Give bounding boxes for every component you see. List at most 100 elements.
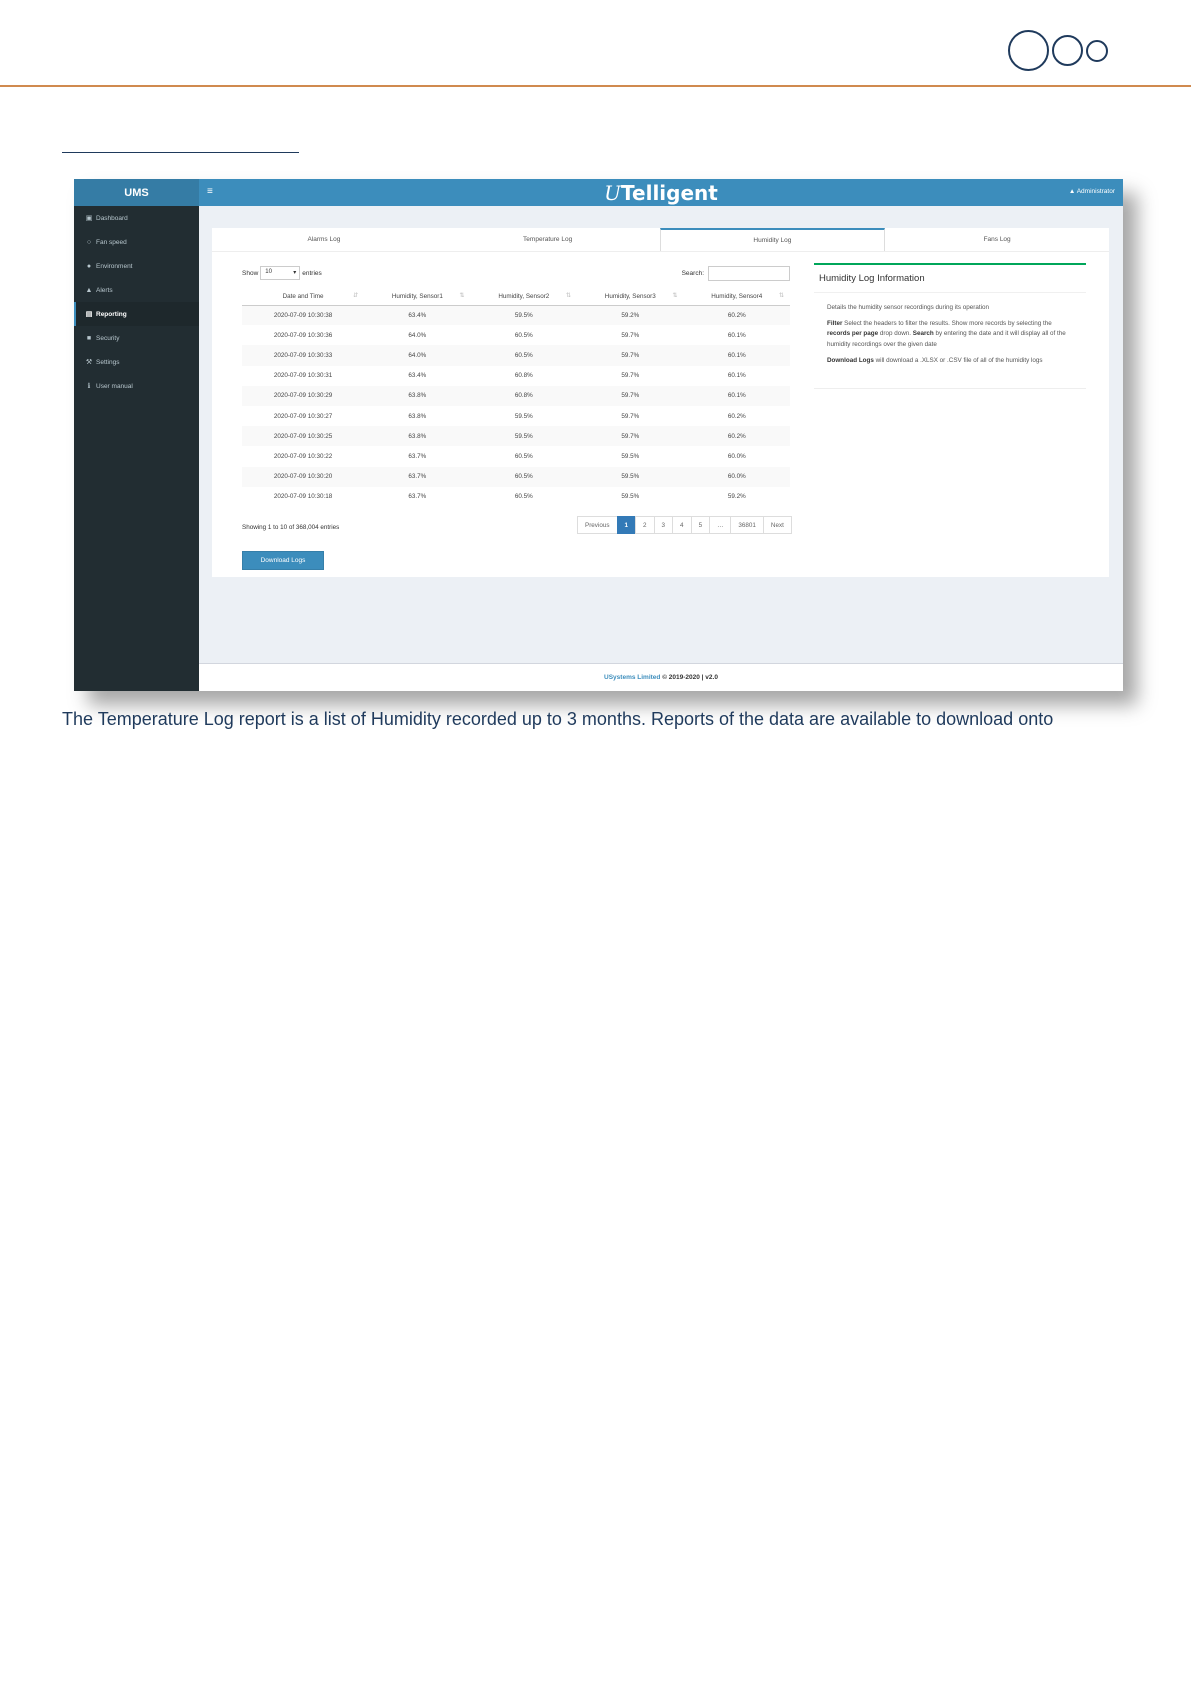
- brand-logo[interactable]: UMS: [74, 179, 199, 206]
- table-row: 2020-07-09 10:30:25 63.8% 59.5% 59.7% 60.2%: [242, 426, 790, 447]
- table-cell: 64.0%: [408, 331, 427, 339]
- table-cell: 63.4%: [364, 305, 471, 326]
- table-cell: 2020-07-09 10:30:20: [242, 466, 365, 487]
- sidebar-item-dashboard[interactable]: ▣ Dashboard: [74, 206, 199, 230]
- table-cell: 63.7%: [408, 493, 427, 501]
- table-cell: 2020-07-09 10:30:33: [242, 345, 365, 366]
- table-row: 2020-07-09 10:30:20 63.7% 60.5% 59.5% 60.0%: [242, 466, 790, 487]
- pagination-page-button[interactable]: 1: [616, 516, 637, 534]
- sidebar-item-label: Settings: [96, 358, 120, 366]
- table-row: 2020-07-09 10:30:29 63.8% 60.8% 59.7% 60.1%: [242, 385, 790, 406]
- copy-icon: ▤: [85, 311, 93, 318]
- table-cell: 60.0%: [727, 452, 746, 460]
- table-row: 2020-07-09 10:30:33 64.0% 60.5% 59.7% 60.1%: [242, 345, 790, 366]
- footer-company-link[interactable]: USystems Limited: [604, 674, 660, 681]
- table-cell: 2020-07-09 10:30:18: [273, 493, 333, 501]
- pagination-page-button[interactable]: 4: [672, 516, 692, 534]
- table-cell: 59.2%: [727, 493, 746, 501]
- humidity-table-area: Show 10 entries Search: Date and Time⇵Hu…: [242, 263, 790, 507]
- pagination-page-button[interactable]: 3: [653, 516, 674, 534]
- table-cell: 2020-07-09 10:30:36: [273, 331, 333, 339]
- table-cell: 63.8%: [364, 426, 471, 447]
- sidebar-item-fan-speed[interactable]: ○ Fan speed: [74, 230, 199, 254]
- tab-temperature-log[interactable]: Temperature Log: [436, 228, 660, 251]
- sidebar-item-reporting[interactable]: ▤ Reporting: [74, 302, 199, 326]
- table-cell: 2020-07-09 10:30:25: [242, 426, 365, 447]
- table-cell: 59.7%: [577, 385, 684, 406]
- sidebar-item-label: Reporting: [96, 310, 127, 318]
- camera-icon: ■: [86, 334, 92, 342]
- search-input[interactable]: [708, 266, 790, 281]
- column-header[interactable]: Date and Time ⇵: [242, 288, 365, 306]
- column-header[interactable]: Humidity, Sensor4 ⇅: [683, 288, 790, 306]
- table-cell: 2020-07-09 10:30:31: [273, 372, 333, 380]
- table-cell: 63.8%: [408, 412, 427, 420]
- table-cell: 59.5%: [577, 466, 684, 487]
- tab-alarms-log[interactable]: Alarms Log: [212, 228, 436, 251]
- pagination-page-button[interactable]: …: [709, 516, 732, 534]
- info-box-body: Details the humidity sensor recordings d…: [827, 304, 1066, 364]
- tab-humidity-log[interactable]: Humidity Log: [659, 228, 886, 251]
- table-cell: 59.7%: [621, 331, 640, 339]
- table-row: 2020-07-09 10:30:22 63.7% 60.5% 59.5% 60.0%: [242, 446, 790, 466]
- column-header[interactable]: Humidity, Sensor2 ⇅: [470, 288, 578, 306]
- column-header[interactable]: Humidity, Sensor3 ⇅: [577, 288, 684, 306]
- info-icon: ℹ: [87, 383, 91, 390]
- table-cell: 63.8%: [364, 385, 471, 406]
- table-cell: 59.7%: [577, 426, 684, 447]
- sidebar-item-alerts[interactable]: ▲ Alerts: [74, 278, 199, 302]
- sidebar-item-environment[interactable]: ● Environment: [74, 254, 199, 278]
- sidebar-item-settings[interactable]: ⚒ Settings: [74, 350, 199, 374]
- tab-fans-log[interactable]: Fans Log: [885, 228, 1109, 251]
- table-row: 2020-07-09 10:30:38 63.4% 59.5% 59.2% 60.2%: [242, 305, 790, 326]
- table-cell: 59.5%: [621, 493, 640, 501]
- app-footer: USystems Limited © 2019-2020 | v2.0: [199, 663, 1123, 691]
- pagination-page-button[interactable]: 36801: [730, 516, 764, 534]
- pagination-previous-button[interactable]: Previous: [577, 516, 618, 534]
- app-title: UTelligent: [604, 181, 718, 205]
- sort-icon: ⇵: [353, 293, 359, 299]
- sort-icon: ⇅: [566, 293, 572, 299]
- download-logs-button[interactable]: Download Logs: [242, 551, 324, 570]
- table-cell: 60.1%: [683, 345, 790, 366]
- entries-select[interactable]: 10: [260, 266, 301, 280]
- table-cell: 63.4%: [408, 372, 427, 380]
- log-panel: Alarms Log Temperature Log Humidity Log Fan…: [212, 228, 1109, 577]
- table-cell: 60.5%: [514, 331, 533, 339]
- pagination-page-button[interactable]: 5: [690, 516, 711, 534]
- sidebar-item-user-manual[interactable]: ℹ User manual: [74, 374, 199, 398]
- table-cell: 59.5%: [470, 426, 578, 447]
- top-navbar: ≡ UTelligent ▲ Administrator: [199, 179, 1123, 206]
- table-cell: 60.8%: [514, 372, 533, 380]
- column-header[interactable]: Humidity, Sensor1 ⇅: [364, 288, 471, 306]
- table-cell: 64.0%: [364, 345, 471, 366]
- pagination-next-button[interactable]: Next: [762, 516, 792, 534]
- table-cell: 2020-07-09 10:30:29: [242, 385, 365, 406]
- bell-icon: ▲: [1068, 188, 1076, 195]
- sidebar-item-label: Alerts: [96, 286, 113, 294]
- table-cell: 2020-07-09 10:30:38: [242, 305, 365, 326]
- table-cell: 60.1%: [683, 385, 790, 406]
- sidebar-item-label: Environment: [96, 262, 133, 270]
- table-cell: 60.2%: [683, 305, 790, 326]
- sidebar-item-label: Fan speed: [96, 238, 127, 246]
- main-content: Alarms Log Temperature Log Humidity Log Fan…: [199, 206, 1123, 663]
- sidebar-item-label: Dashboard: [96, 214, 128, 222]
- app-screenshot: UMS ▣ Dashboard ○ Fan speed ● Environment ▲ Ale…: [74, 179, 1123, 691]
- pagination-page-button[interactable]: 2: [635, 516, 655, 534]
- table-cell: 60.2%: [727, 412, 746, 420]
- table-cell: 59.7%: [577, 345, 684, 366]
- log-tabs: Alarms Log Temperature Log Humidity Log Fan…: [212, 228, 1109, 252]
- table-cell: 60.5%: [470, 466, 578, 487]
- table-cell: 63.7%: [364, 466, 471, 487]
- table-cell: 63.7%: [408, 452, 427, 460]
- info-box-title: Humidity Log Information: [814, 265, 1086, 293]
- sidebar: UMS ▣ Dashboard ○ Fan speed ● Environment ▲ Ale…: [74, 179, 199, 691]
- table-cell: 59.7%: [621, 372, 640, 380]
- sidebar-item-label: Security: [96, 334, 120, 342]
- table-cell: 60.1%: [727, 331, 746, 339]
- sidebar-item-security[interactable]: ■ Security: [74, 326, 199, 350]
- entries-control: Show 10 entries: [242, 266, 322, 280]
- table-cell: 2020-07-09 10:30:22: [273, 452, 333, 460]
- user-menu[interactable]: ▲ Administrator: [1069, 188, 1115, 195]
